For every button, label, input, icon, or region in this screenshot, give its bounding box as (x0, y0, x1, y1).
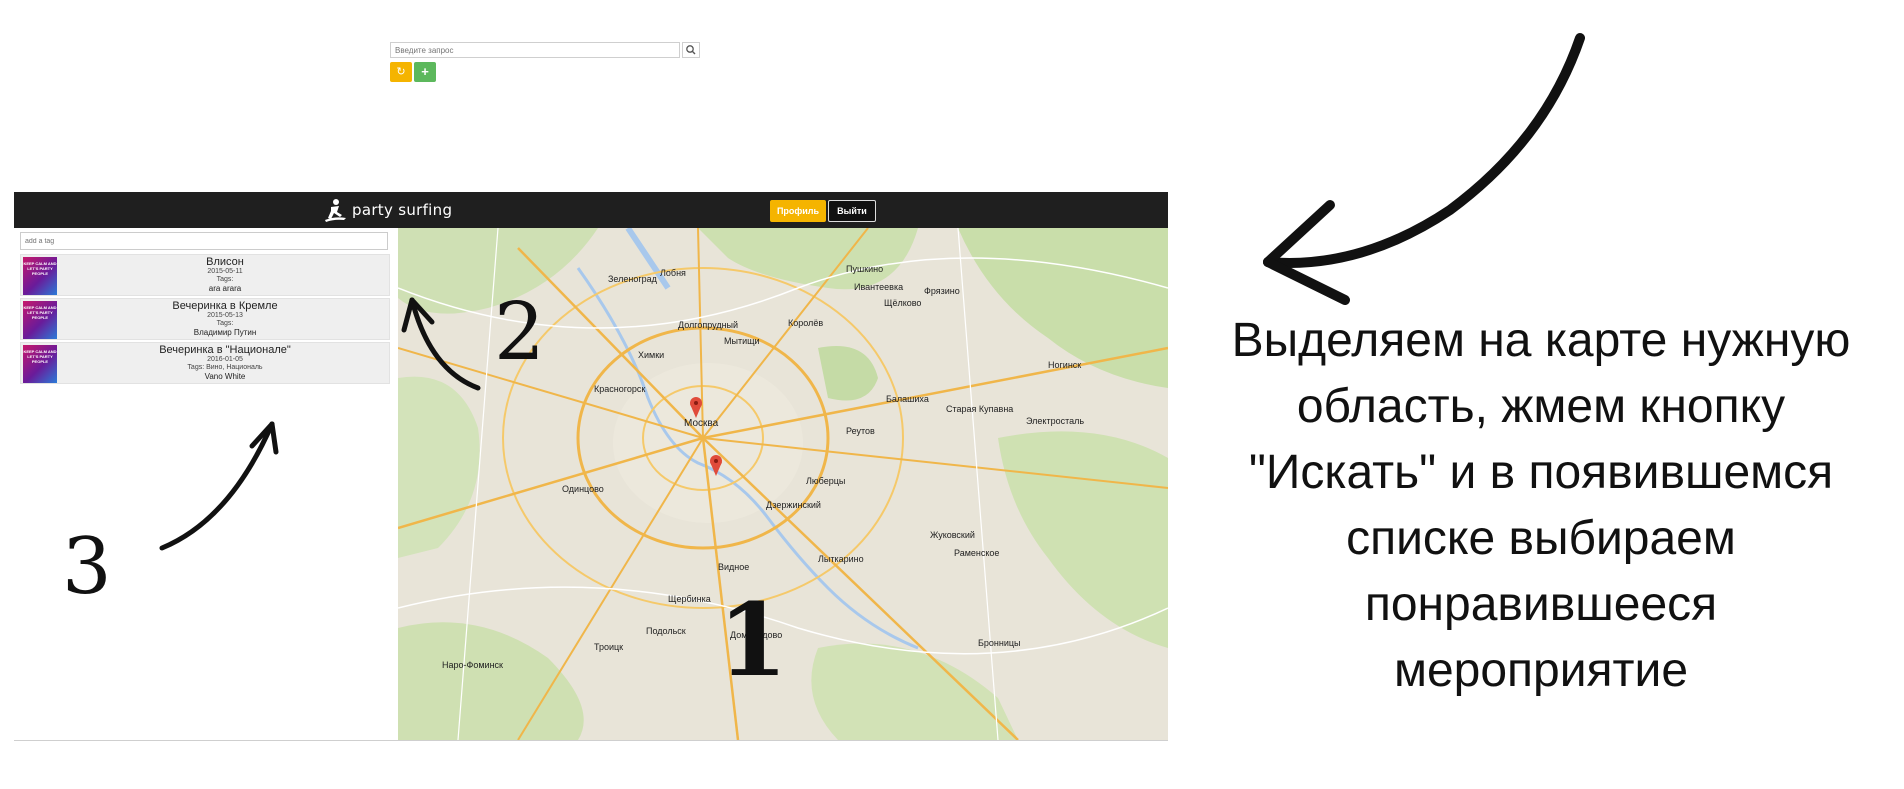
annotation-digit-1: 1 (718, 581, 788, 699)
profile-button[interactable]: Профиль (770, 200, 826, 222)
brand-logo[interactable]: party surfing (322, 196, 452, 224)
page-divider (14, 740, 1168, 741)
map-city-label: Лыткарино (818, 554, 864, 564)
map-city-label: Долгопрудный (678, 320, 739, 330)
map-city-label: Троицк (594, 642, 624, 652)
map-city-label: Зеленоград (608, 274, 657, 284)
event-tags-label: Tags: Вино, Националь (187, 364, 263, 371)
map-city-label: Королёв (788, 318, 824, 328)
callout-line: область, жмем кнопку (1296, 380, 1786, 433)
annotation-callout-text: Выделяем на карте нужную область, жмем к… (1196, 308, 1886, 704)
search-icon (686, 45, 696, 55)
event-tags: ara arara (208, 284, 242, 293)
event-tags: Vano White (204, 372, 246, 381)
event-date: 2015-05-13 (207, 312, 243, 319)
map-city-label: Москва (684, 418, 719, 429)
map-city-label: Раменское (954, 548, 1000, 558)
logout-button[interactable]: Выйти (828, 200, 876, 222)
callout-line: "Искать" и в появившемся (1248, 446, 1834, 499)
map-city-label: Подольск (646, 626, 686, 636)
map-city-label: Фрязино (924, 286, 960, 296)
callout-line: понравившееся (1364, 578, 1718, 631)
event-item[interactable]: KEEP CALM AND LET'S PARTY PEOPLE Влисон … (20, 254, 390, 296)
map-city-label: Люберцы (806, 476, 846, 486)
event-date: 2015-05-11 (207, 268, 243, 275)
map-search-input[interactable] (390, 42, 680, 58)
map-city-label: Старая Купавна (946, 404, 1014, 414)
event-tags-label: Tags: (216, 320, 234, 327)
event-thumbnail: KEEP CALM AND LET'S PARTY PEOPLE (23, 301, 57, 339)
event-thumbnail: KEEP CALM AND LET'S PARTY PEOPLE (23, 345, 57, 383)
map-city-label: Реутов (846, 426, 875, 436)
callout-line: списке выбираем (1346, 512, 1736, 565)
tag-input[interactable] (20, 232, 388, 250)
map-city-label: Жуковский (930, 530, 975, 540)
refresh-button[interactable]: ↻ (390, 62, 412, 82)
surfer-logo-icon (325, 199, 346, 222)
event-item[interactable]: KEEP CALM AND LET'S PARTY PEOPLE Вечерин… (20, 298, 390, 340)
annotation-digit-3: 3 (62, 522, 112, 612)
event-tags-label: Tags: (216, 276, 234, 283)
app-window: party surfing Профиль Выйти KEEP CALM AN… (14, 192, 1168, 740)
add-event-button[interactable]: + (414, 62, 436, 82)
plus-icon: + (421, 64, 429, 79)
event-tags: Владимир Путин (193, 328, 257, 337)
map-city-label: Электросталь (1026, 416, 1085, 426)
event-sidebar: KEEP CALM AND LET'S PARTY PEOPLE Влисон … (14, 228, 398, 740)
map-city-label: Лобня (660, 268, 686, 278)
annotation-digit-2: 2 (494, 285, 545, 378)
event-item[interactable]: KEEP CALM AND LET'S PARTY PEOPLE Вечерин… (20, 342, 390, 384)
top-navbar: party surfing Профиль Выйти (14, 192, 1168, 228)
refresh-icon: ↻ (396, 66, 406, 78)
map-city-label: Дзержинский (766, 500, 821, 510)
event-title: Влисон (206, 256, 244, 268)
brand-name: party surfing (352, 201, 453, 219)
map-city-label: Ивантеевка (854, 282, 904, 292)
map-search-button[interactable] (682, 42, 700, 58)
event-thumbnail: KEEP CALM AND LET'S PARTY PEOPLE (23, 257, 57, 295)
map-city-label: Мытищи (724, 336, 760, 346)
map-city-label: Красногорск (594, 384, 646, 394)
map-city-label: Балашиха (886, 394, 929, 404)
map-city-label: Щёлково (884, 298, 922, 308)
callout-line: Выделяем на карте нужную (1231, 314, 1851, 367)
event-title: Вечеринка в "Национале" (159, 344, 291, 356)
map-city-label: Видное (718, 562, 750, 572)
map-city-label: Ногинск (1048, 360, 1082, 370)
map-city-label: Щербинка (668, 594, 711, 604)
map-city-label: Бронницы (978, 638, 1021, 648)
map-city-label: Наро-Фоминск (442, 660, 503, 670)
map-city-label: Одинцово (562, 484, 604, 494)
map-city-label: Пушкино (846, 264, 884, 274)
event-date: 2016-01-05 (207, 356, 243, 363)
event-title: Вечеринка в Кремле (172, 300, 278, 312)
callout-line: мероприятие (1393, 644, 1689, 697)
map-city-label: Химки (638, 350, 665, 360)
